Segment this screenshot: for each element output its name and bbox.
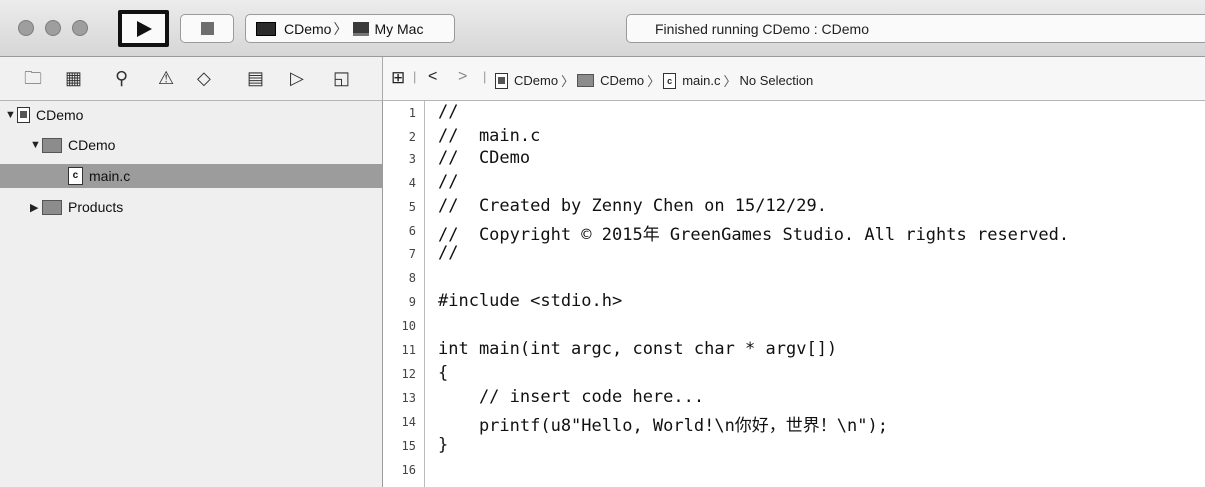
jump-file[interactable]: main.c	[682, 73, 720, 88]
line-number: 16	[401, 463, 416, 477]
target-icon	[256, 21, 276, 36]
line-number: 9	[408, 295, 416, 309]
folder-icon	[42, 199, 62, 215]
window-toolbar: CDemo 〉 My Mac Finished running CDemo : …	[0, 0, 1205, 57]
code-line: {	[438, 363, 449, 383]
disclosure-closed-icon[interactable]: ▶	[30, 201, 42, 214]
code-line: printf(u8"Hello, World!\n你好，世界！\n");	[438, 416, 888, 436]
zoom-window-button[interactable]	[72, 20, 88, 36]
line-number: 10	[401, 319, 416, 333]
folder-icon	[577, 74, 595, 87]
jump-group[interactable]: CDemo	[600, 73, 644, 88]
tree-item-label: main.c	[89, 168, 131, 184]
line-number: 11	[401, 343, 416, 357]
close-window-button[interactable]	[18, 20, 34, 36]
tree-item-products[interactable]: ▶ Products	[0, 195, 412, 219]
activity-status: Finished running CDemo : CDemo	[626, 14, 1205, 43]
run-button[interactable]	[118, 10, 169, 47]
code-line: // Copyright © 2015年 GreenGames Studio. …	[438, 225, 1070, 245]
minimize-window-button[interactable]	[45, 20, 61, 36]
source-editor[interactable]: 1 2 3 4 5 6 7 8 9 10 11 12 13 14 15 16 /…	[383, 101, 1205, 487]
line-number: 3	[408, 152, 416, 166]
line-number: 13	[401, 391, 416, 405]
code-line: //	[438, 172, 459, 192]
jump-selection[interactable]: No Selection	[740, 73, 814, 88]
warning-icon[interactable]: ⚠	[158, 69, 174, 87]
activity-status-text: Finished running CDemo : CDemo	[655, 20, 869, 37]
back-button[interactable]: <	[428, 68, 437, 86]
project-icon	[495, 72, 508, 89]
tree-item-label: CDemo	[36, 107, 84, 123]
line-number: 8	[408, 271, 416, 285]
folder-icon[interactable]: 🗀	[24, 69, 42, 87]
tree-item-group[interactable]: ▼ CDemo	[0, 133, 412, 157]
line-number: 14	[401, 415, 416, 429]
line-number: 7	[408, 247, 416, 261]
line-number: 2	[408, 130, 416, 144]
code-line: // CDemo	[438, 148, 531, 168]
forward-button[interactable]: >	[458, 68, 467, 86]
code-line: //	[438, 102, 459, 122]
jump-bar: ⊞ | < > | CDemo 〉 CDemo 〉 c main.c 〉 No …	[383, 57, 1205, 101]
disclosure-open-icon[interactable]: ▼	[30, 139, 42, 151]
line-number: 4	[408, 176, 416, 190]
scheme-device-label: My Mac	[374, 20, 424, 37]
play-icon	[137, 21, 152, 37]
navigator-selector-bar: 🗀 ▦ ⚲ ⚠ ◇ ▤ ▷ ◱	[0, 57, 383, 101]
line-number: 5	[408, 200, 416, 214]
c-file-icon: c	[68, 167, 83, 185]
jump-project[interactable]: CDemo	[514, 73, 558, 88]
tree-item-label: Products	[68, 199, 124, 215]
project-icon	[17, 107, 30, 123]
mac-icon	[353, 21, 370, 36]
code-line: // main.c	[438, 126, 541, 146]
grid-icon[interactable]: ⊞	[391, 68, 405, 88]
line-number: 15	[401, 439, 416, 453]
c-file-icon: c	[663, 72, 677, 89]
tag-icon[interactable]: ▷	[290, 69, 304, 87]
tree-item-label: CDemo	[68, 137, 116, 153]
line-number: 1	[408, 106, 416, 120]
list-icon[interactable]: ▤	[247, 69, 264, 87]
scheme-selector[interactable]: CDemo 〉 My Mac	[245, 14, 455, 43]
search-icon[interactable]: ⚲	[115, 69, 128, 87]
hierarchy-icon[interactable]: ▦	[65, 69, 82, 87]
code-line: int main(int argc, const char * argv[])	[438, 339, 838, 359]
jumpbar-path: CDemo 〉 CDemo 〉 c main.c 〉 No Selection	[495, 71, 813, 90]
line-number: 6	[408, 224, 416, 238]
code-line: //	[438, 243, 459, 263]
folder-icon	[42, 137, 62, 153]
disclosure-open-icon[interactable]: ▼	[5, 109, 17, 121]
line-number: 12	[401, 367, 416, 381]
stop-icon	[201, 22, 214, 35]
diamond-icon[interactable]: ◇	[197, 69, 211, 87]
chat-icon[interactable]: ◱	[333, 69, 350, 87]
project-navigator: ▼ CDemo ▼ CDemo c main.c ▶ Products	[0, 101, 450, 487]
tree-item-project[interactable]: ▼ CDemo	[0, 103, 387, 127]
line-number-gutter: 1 2 3 4 5 6 7 8 9 10 11 12 13 14 15 16	[383, 101, 425, 487]
code-line: // Created by Zenny Chen on 15/12/29.	[438, 196, 827, 216]
scheme-separator: 〉	[333, 20, 348, 37]
code-line: }	[438, 435, 449, 455]
scheme-target-label: CDemo	[284, 20, 332, 37]
code-line: // insert code here...	[438, 387, 705, 407]
stop-button[interactable]	[180, 14, 234, 43]
code-line: #include <stdio.h>	[438, 291, 623, 311]
